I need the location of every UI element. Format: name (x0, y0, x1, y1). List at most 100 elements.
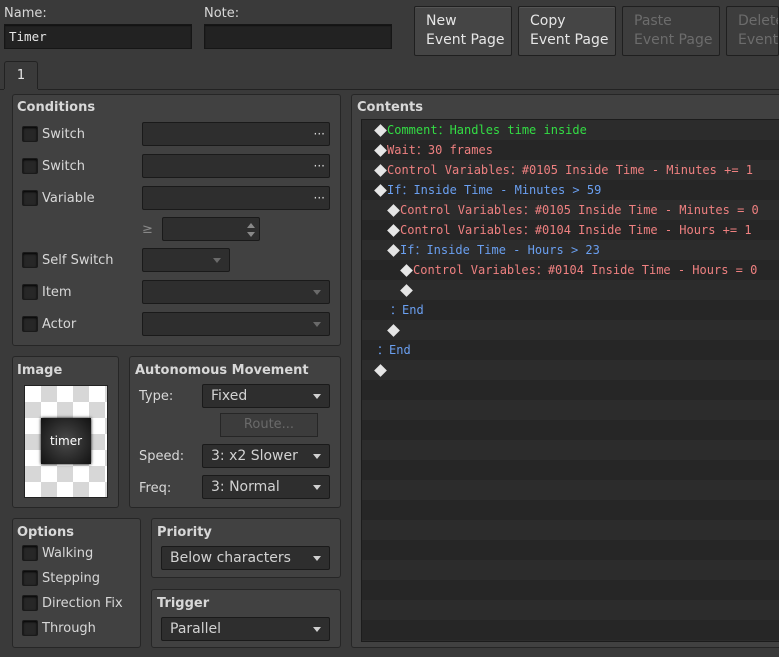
item-label: Item (42, 285, 72, 300)
chevron-down-icon (313, 454, 321, 459)
command-diamond-icon (387, 224, 400, 237)
empty-row[interactable] (362, 620, 779, 640)
autonomous-title: Autonomous Movement (135, 363, 309, 378)
command-text: Control Variables：#0105 Inside Time - Mi… (387, 163, 754, 177)
command-row[interactable]: If：Inside Time - Hours > 23 (362, 240, 779, 260)
image-panel: Image timer (12, 356, 119, 508)
direction-fix-checkbox[interactable] (22, 595, 38, 611)
trigger-panel: Trigger Parallel (151, 589, 341, 648)
copy-event-page-button[interactable]: Copy Event Page (518, 6, 616, 56)
command-list[interactable]: Comment：Handles time inside Wait：30 frame… (361, 119, 779, 642)
freq-label: Freq: (139, 481, 172, 496)
item-dropdown[interactable] (142, 280, 330, 304)
command-row[interactable]: ：End (362, 300, 779, 320)
chevron-down-icon (313, 394, 321, 399)
empty-row[interactable] (362, 460, 779, 480)
name-input[interactable]: Timer (4, 24, 192, 49)
empty-row[interactable] (362, 560, 779, 580)
self-switch-dropdown[interactable] (142, 248, 230, 272)
empty-row[interactable] (362, 420, 779, 440)
command-text: If：Inside Time - Hours > 23 (400, 243, 600, 257)
image-preview[interactable]: timer (24, 385, 108, 498)
command-text: Comment：Handles time inside (387, 123, 587, 137)
switch1-selector[interactable]: ··· (142, 122, 330, 146)
chevron-down-icon (313, 556, 321, 561)
command-diamond-icon (400, 284, 413, 297)
autonomous-movement-panel: Autonomous Movement Type: Fixed Route...… (129, 356, 341, 508)
actor-checkbox[interactable] (22, 316, 38, 332)
command-diamond-icon (387, 204, 400, 217)
command-row[interactable] (362, 360, 779, 380)
trigger-value: Parallel (170, 621, 222, 637)
trigger-title: Trigger (157, 596, 210, 611)
note-input[interactable] (204, 24, 392, 49)
command-diamond-icon (387, 244, 400, 257)
spin-down-icon[interactable] (247, 232, 255, 237)
paste-event-page-button[interactable]: Paste Event Page (622, 6, 720, 56)
command-row[interactable]: If：Inside Time - Minutes > 59 (362, 180, 779, 200)
spin-up-icon[interactable] (247, 223, 255, 228)
switch1-checkbox[interactable] (22, 126, 38, 142)
switch2-selector[interactable]: ··· (142, 154, 330, 178)
command-row[interactable]: Wait：30 frames (362, 140, 779, 160)
priority-title: Priority (157, 525, 212, 540)
conditions-panel: Conditions Switch ··· Switch ··· Variabl… (12, 94, 341, 346)
command-row[interactable] (362, 280, 779, 300)
chevron-down-icon (213, 258, 221, 263)
tab-divider (0, 89, 779, 90)
tab-page-1[interactable]: 1 (4, 61, 38, 90)
command-row[interactable]: Control Variables：#0104 Inside Time - Ho… (362, 260, 779, 280)
switch1-ellipsis: ··· (313, 127, 325, 141)
empty-row[interactable] (362, 600, 779, 620)
variable-selector[interactable]: ··· (142, 186, 330, 210)
timer-sprite: timer (41, 418, 91, 464)
command-row[interactable]: Control Variables：#0104 Inside Time - Ho… (362, 220, 779, 240)
empty-row[interactable] (362, 400, 779, 420)
command-row[interactable]: ：End (362, 340, 779, 360)
type-label: Type: (139, 389, 174, 404)
self-switch-checkbox[interactable] (22, 252, 38, 268)
speed-value: 3: x2 Slower (211, 448, 298, 464)
empty-row[interactable] (362, 580, 779, 600)
note-label: Note: (204, 6, 240, 21)
priority-panel: Priority Below characters (151, 518, 341, 578)
variable-ellipsis: ··· (313, 191, 325, 205)
trigger-dropdown[interactable]: Parallel (161, 617, 330, 641)
switch2-ellipsis: ··· (313, 159, 325, 173)
empty-row[interactable] (362, 540, 779, 560)
variable-checkbox[interactable] (22, 190, 38, 206)
walking-checkbox[interactable] (22, 545, 38, 561)
stepping-checkbox[interactable] (22, 570, 38, 586)
actor-label: Actor (42, 317, 77, 332)
paste-button-line1: Paste (634, 13, 672, 29)
through-checkbox[interactable] (22, 620, 38, 636)
empty-row[interactable] (362, 520, 779, 540)
command-text: Wait：30 frames (387, 143, 493, 157)
delete-event-page-button[interactable]: Delete Event Page (726, 6, 779, 56)
empty-row[interactable] (362, 500, 779, 520)
empty-row[interactable] (362, 380, 779, 400)
priority-dropdown[interactable]: Below characters (161, 546, 330, 570)
switch2-checkbox[interactable] (22, 158, 38, 174)
variable-value-spinner[interactable] (162, 217, 260, 241)
route-button[interactable]: Route... (220, 413, 318, 437)
command-diamond-icon (387, 324, 400, 337)
item-checkbox[interactable] (22, 284, 38, 300)
empty-row[interactable] (362, 480, 779, 500)
command-row[interactable] (362, 320, 779, 340)
command-text: ：End (377, 343, 411, 357)
chevron-down-icon (313, 627, 321, 632)
new-button-line2: Event Page (426, 32, 505, 48)
tab-active-gap (4, 89, 38, 91)
speed-dropdown[interactable]: 3: x2 Slower (202, 444, 330, 468)
actor-dropdown[interactable] (142, 312, 330, 336)
movement-type-dropdown[interactable]: Fixed (202, 384, 330, 408)
new-event-page-button[interactable]: New Event Page (414, 6, 512, 56)
empty-row[interactable] (362, 440, 779, 460)
command-row[interactable]: Control Variables：#0105 Inside Time - Mi… (362, 200, 779, 220)
freq-dropdown[interactable]: 3: Normal (202, 475, 330, 499)
switch1-label: Switch (42, 127, 85, 142)
delete-button-line2: Event Page (738, 32, 779, 48)
command-row[interactable]: Control Variables：#0105 Inside Time - Mi… (362, 160, 779, 180)
command-row[interactable]: Comment：Handles time inside (362, 120, 779, 140)
